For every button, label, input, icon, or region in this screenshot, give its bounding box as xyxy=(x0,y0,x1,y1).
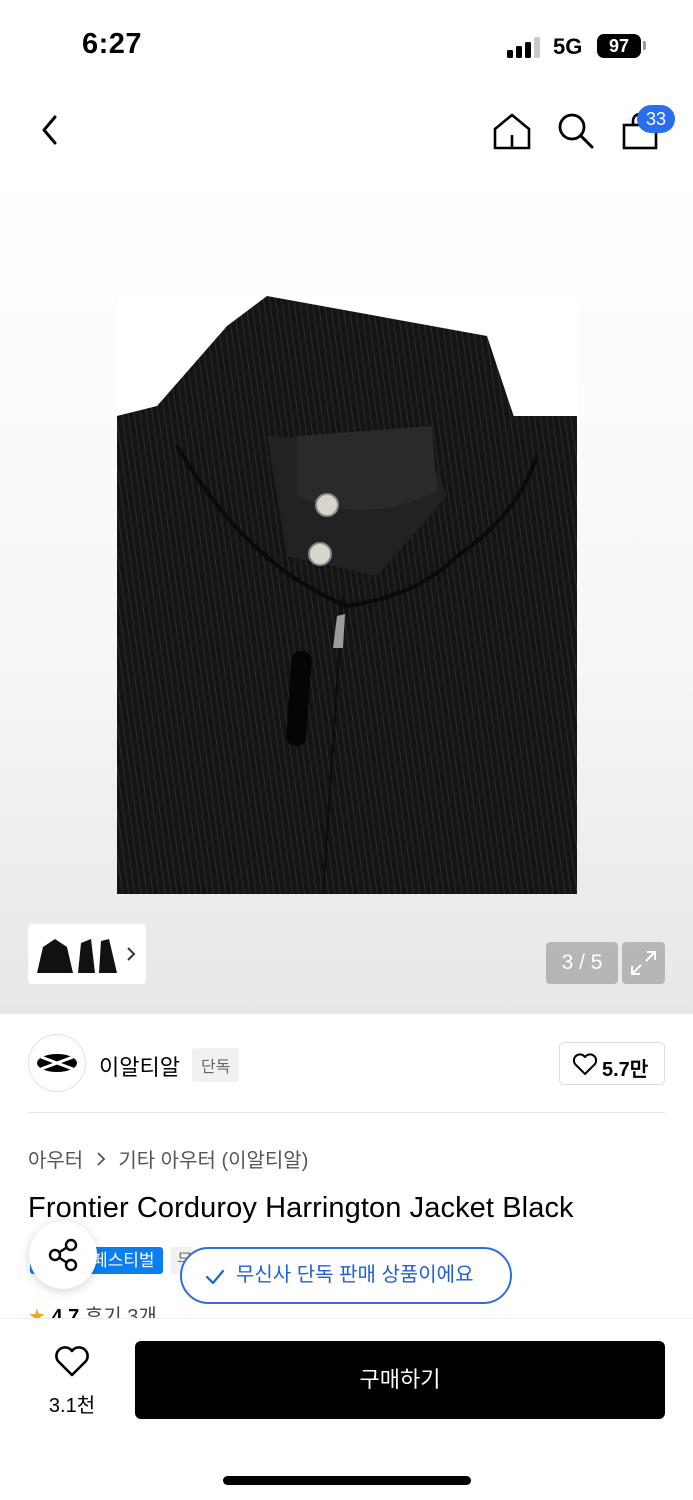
page-indicator: 3 / 5 xyxy=(546,942,618,984)
thumbnail-images[interactable] xyxy=(33,929,119,979)
brand-name[interactable]: 이알티알 xyxy=(99,1050,180,1082)
status-time: 6:27 xyxy=(82,28,143,60)
buy-button[interactable]: 구매하기 xyxy=(135,1341,665,1419)
review-count: 후기 3개 xyxy=(84,1306,157,1318)
search-icon[interactable] xyxy=(553,108,597,152)
home-icon[interactable] xyxy=(490,110,534,154)
wishlist-button[interactable]: 3.1천 xyxy=(40,1343,104,1423)
share-icon xyxy=(48,1238,78,1272)
check-icon xyxy=(205,1269,225,1285)
product-image xyxy=(117,296,577,894)
product-gallery[interactable]: 3 / 5 xyxy=(0,172,693,1014)
divider xyxy=(28,1112,665,1113)
top-nav: 33 xyxy=(0,92,693,172)
network-type: 5G xyxy=(553,34,583,59)
brand-like-count: 5.7만 xyxy=(602,1059,649,1081)
breadcrumb: 아우터 기타 아우터 (이알티알) xyxy=(28,1144,308,1173)
expand-icon xyxy=(631,951,656,975)
breadcrumb-category[interactable]: 아우터 xyxy=(28,1144,83,1173)
brand-row: 이알티알 단독 5.7만 xyxy=(0,1014,693,1114)
share-button[interactable] xyxy=(29,1221,97,1289)
bottom-action-bar: 3.1천 구매하기 xyxy=(0,1318,693,1500)
chevron-right-icon xyxy=(97,1151,106,1166)
cart-count-badge: 33 xyxy=(637,105,675,133)
exclusive-toast: 무신사 단독 판매 상품이에요 xyxy=(180,1247,512,1304)
brand-like-button[interactable]: 5.7만 xyxy=(559,1042,665,1085)
heart-icon xyxy=(572,1053,598,1075)
rating-score: 4.7 xyxy=(51,1306,80,1318)
product-title: Frontier Corduroy Harrington Jacket Blac… xyxy=(28,1192,574,1224)
exclusive-badge: 단독 xyxy=(192,1048,240,1082)
chevron-right-icon xyxy=(127,947,136,961)
home-indicator xyxy=(223,1476,471,1485)
star-icon: ★ xyxy=(28,1306,46,1318)
thumbnail-strip[interactable] xyxy=(28,924,146,984)
toast-text: 무신사 단독 판매 상품이에요 xyxy=(236,1264,474,1286)
status-bar: 6:27 5G 97 xyxy=(0,0,693,92)
chevron-left-icon[interactable] xyxy=(28,108,72,152)
brand-logo[interactable] xyxy=(28,1034,86,1092)
battery-icon: 97 xyxy=(597,34,641,58)
breadcrumb-subcategory[interactable]: 기타 아우터 (이알티알) xyxy=(118,1144,308,1173)
signal-icon xyxy=(507,36,541,58)
brand-logo-icon xyxy=(37,1054,77,1072)
expand-button[interactable] xyxy=(622,942,665,984)
heart-icon xyxy=(55,1346,89,1377)
wishlist-count: 3.1천 xyxy=(48,1395,96,1417)
battery-tip xyxy=(643,41,646,50)
